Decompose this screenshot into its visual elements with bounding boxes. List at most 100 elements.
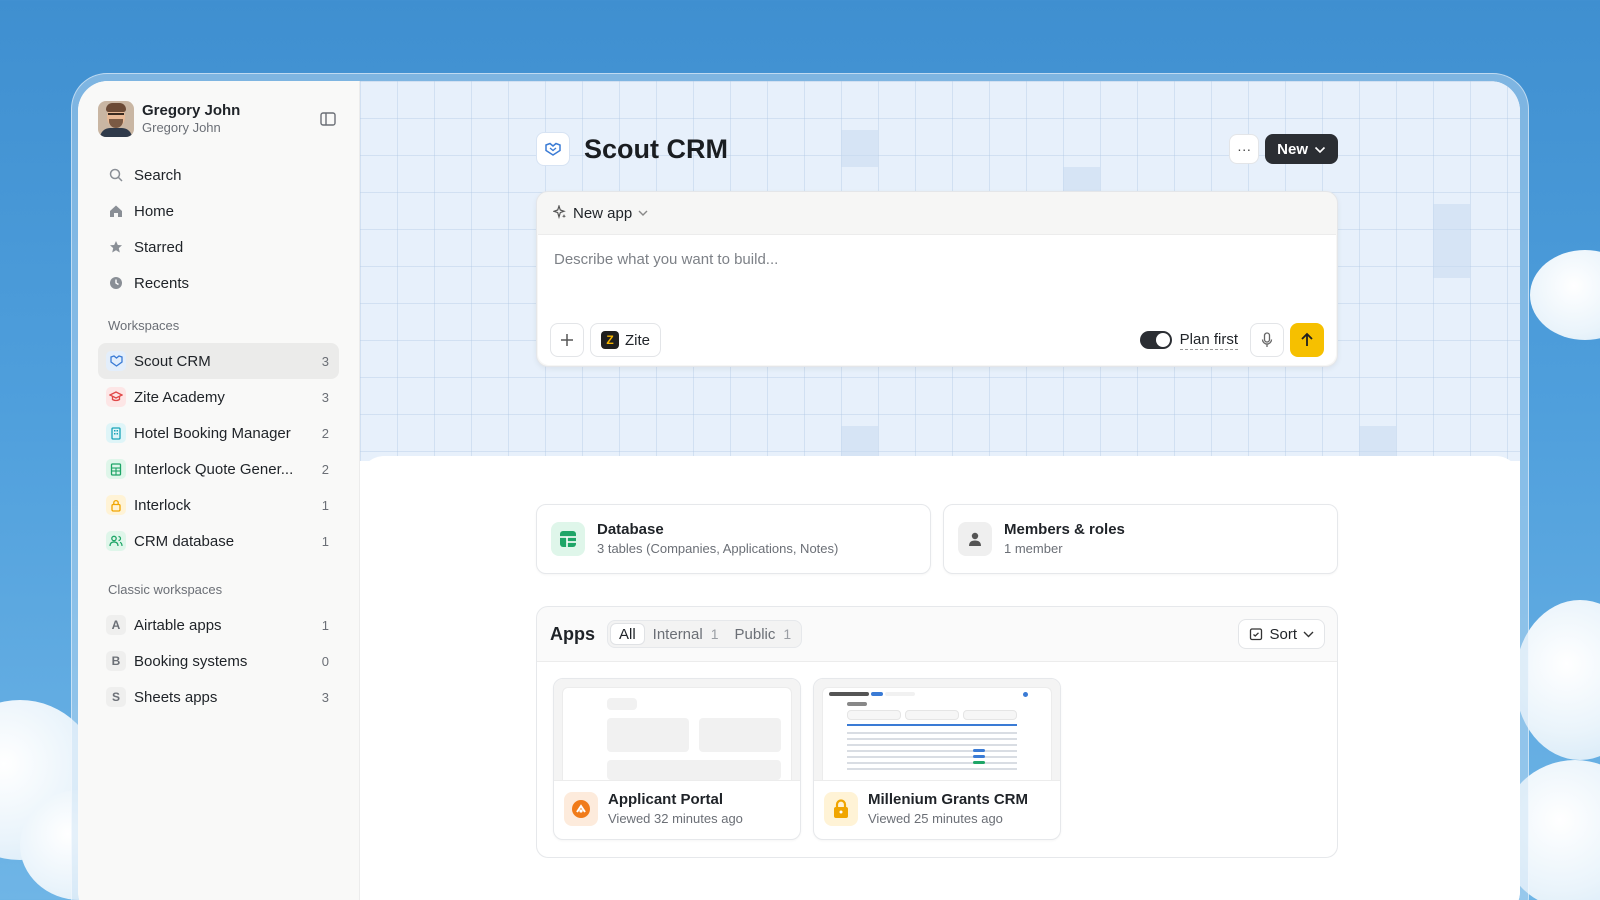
- members-card-title: Members & roles: [1004, 521, 1125, 538]
- members-roles-card[interactable]: Members & roles 1 member: [943, 504, 1338, 574]
- workspace-label: Hotel Booking Manager: [134, 424, 291, 442]
- add-attachment-button[interactable]: [550, 323, 584, 357]
- sort-label: Sort: [1269, 625, 1297, 643]
- new-button[interactable]: New: [1265, 134, 1338, 164]
- workspace-letter-badge: A: [106, 615, 126, 635]
- chevron-down-icon: [1303, 631, 1314, 637]
- workspace-label: Interlock: [134, 496, 191, 514]
- more-options-button[interactable]: ···: [1229, 134, 1260, 164]
- classic-workspace-sheets-apps[interactable]: S Sheets apps 3: [98, 679, 339, 715]
- prompt-input[interactable]: [554, 247, 1320, 271]
- workspace-count: 2: [321, 425, 329, 441]
- plan-first-label: Plan first: [1179, 330, 1238, 350]
- sidebar: Gregory John Gregory John Search Home St…: [78, 81, 360, 900]
- tab-public[interactable]: Public 1: [727, 623, 800, 645]
- classic-workspace-airtable-apps[interactable]: A Airtable apps 1: [98, 607, 339, 643]
- workspace-cards: Database 3 tables (Companies, Applicatio…: [536, 504, 1338, 574]
- workspace-letter-badge: B: [106, 651, 126, 671]
- page-header: Scout CRM ··· New: [536, 131, 1338, 167]
- send-button[interactable]: [1290, 323, 1324, 357]
- members-card-subtitle: 1 member: [1004, 541, 1063, 556]
- workspace-label: Booking systems: [134, 652, 248, 670]
- app-name: Millenium Grants CRM: [868, 791, 1029, 808]
- plan-first-toggle[interactable]: [1139, 331, 1172, 349]
- workspace-crm-database[interactable]: CRM database 1: [98, 523, 339, 559]
- tab-count: 1: [710, 626, 719, 642]
- lock-icon: [106, 495, 126, 515]
- nav-label: Recents: [134, 274, 190, 292]
- building-icon: [106, 423, 126, 443]
- user-subtitle: Gregory John: [142, 120, 221, 135]
- tab-count: 1: [783, 626, 792, 642]
- workspace-count: 2: [321, 461, 329, 477]
- workspace-hotel-booking-manager[interactable]: Hotel Booking Manager 2: [98, 415, 339, 451]
- workspace-label: Airtable apps: [134, 616, 222, 634]
- workspaces-heading: Workspaces: [108, 318, 180, 333]
- search-icon: [108, 167, 124, 183]
- model-label: Zite: [625, 331, 651, 349]
- person-icon: [958, 522, 992, 556]
- workspace-label: Interlock Quote Gener...: [134, 460, 294, 478]
- workspace-label: Sheets apps: [134, 688, 218, 706]
- composer-toolbar: Z Zite Plan first: [550, 323, 1324, 357]
- composer-mode-select[interactable]: New app: [537, 192, 1337, 234]
- plus-icon: [561, 334, 573, 346]
- microphone-button[interactable]: [1250, 323, 1284, 357]
- page-title: Scout CRM: [584, 133, 728, 164]
- workspace-zite-academy[interactable]: Zite Academy 3: [98, 379, 339, 415]
- database-card[interactable]: Database 3 tables (Companies, Applicatio…: [536, 504, 931, 574]
- database-icon: [551, 522, 585, 556]
- nav-label: Starred: [134, 238, 184, 256]
- tab-internal[interactable]: Internal 1: [645, 623, 727, 645]
- app-card-millenium-grants-crm[interactable]: Millenium Grants CRM Viewed 25 minutes a…: [813, 678, 1061, 840]
- zite-logo-icon: Z: [601, 331, 619, 349]
- nav-label: Search: [134, 166, 182, 184]
- home-icon: [108, 203, 124, 219]
- workspace-letter-badge: S: [106, 687, 126, 707]
- app-composer: New app Z Zite Plan first: [536, 191, 1338, 367]
- orange-badge-icon: [564, 792, 598, 826]
- app-name: Applicant Portal: [608, 791, 724, 808]
- nav-label: Home: [134, 202, 175, 220]
- user-name: Gregory John: [142, 102, 241, 119]
- apps-header: Apps All Internal 1 Public 1 Sort: [537, 607, 1337, 662]
- chevron-down-icon: [638, 207, 648, 219]
- handshake-icon: [536, 132, 570, 166]
- nav-home[interactable]: Home: [98, 193, 339, 229]
- users-icon: [106, 531, 126, 551]
- workspace-label: Scout CRM: [134, 352, 211, 370]
- cloud-decoration: [1530, 250, 1600, 340]
- more-icon: ···: [1237, 141, 1252, 157]
- user-profile[interactable]: Gregory John Gregory John: [98, 101, 339, 137]
- handshake-icon: [106, 351, 126, 371]
- sidebar-toggle-icon[interactable]: [317, 108, 339, 130]
- nav-search[interactable]: Search: [98, 157, 339, 193]
- arrow-up-icon: [1301, 332, 1313, 346]
- lock-icon: [824, 792, 858, 826]
- model-select-button[interactable]: Z Zite: [590, 323, 662, 357]
- workspace-interlock-quote-generator[interactable]: Interlock Quote Gener... 2: [98, 451, 339, 487]
- classic-workspaces-heading: Classic workspaces: [108, 582, 223, 597]
- nav-recents[interactable]: Recents: [98, 265, 339, 301]
- composer-body: Z Zite Plan first: [538, 234, 1336, 365]
- app-viewed: Viewed 25 minutes ago: [868, 811, 1003, 826]
- classic-workspace-booking-systems[interactable]: B Booking systems 0: [98, 643, 339, 679]
- database-card-subtitle: 3 tables (Companies, Applications, Notes…: [597, 541, 839, 556]
- workspace-label: Zite Academy: [134, 388, 225, 406]
- app-thumbnail: [814, 679, 1060, 781]
- workspace-count: 3: [321, 353, 329, 369]
- nav-starred[interactable]: Starred: [98, 229, 339, 265]
- apps-title: Apps: [550, 623, 595, 644]
- apps-grid: Applicant Portal Viewed 32 minutes ago M…: [537, 662, 1337, 857]
- sort-button[interactable]: Sort: [1238, 619, 1325, 649]
- workspace-interlock[interactable]: Interlock 1: [98, 487, 339, 523]
- microphone-icon: [1261, 332, 1273, 347]
- workspace-count: 3: [321, 389, 329, 405]
- workspace-label: CRM database: [134, 532, 235, 550]
- workspace-count: 0: [321, 653, 329, 669]
- tab-all[interactable]: All: [610, 623, 645, 645]
- graduation-cap-icon: [106, 387, 126, 407]
- workspace-scout-crm[interactable]: Scout CRM 3: [98, 343, 339, 379]
- app-card-applicant-portal[interactable]: Applicant Portal Viewed 32 minutes ago: [553, 678, 801, 840]
- app-viewed: Viewed 32 minutes ago: [608, 811, 743, 826]
